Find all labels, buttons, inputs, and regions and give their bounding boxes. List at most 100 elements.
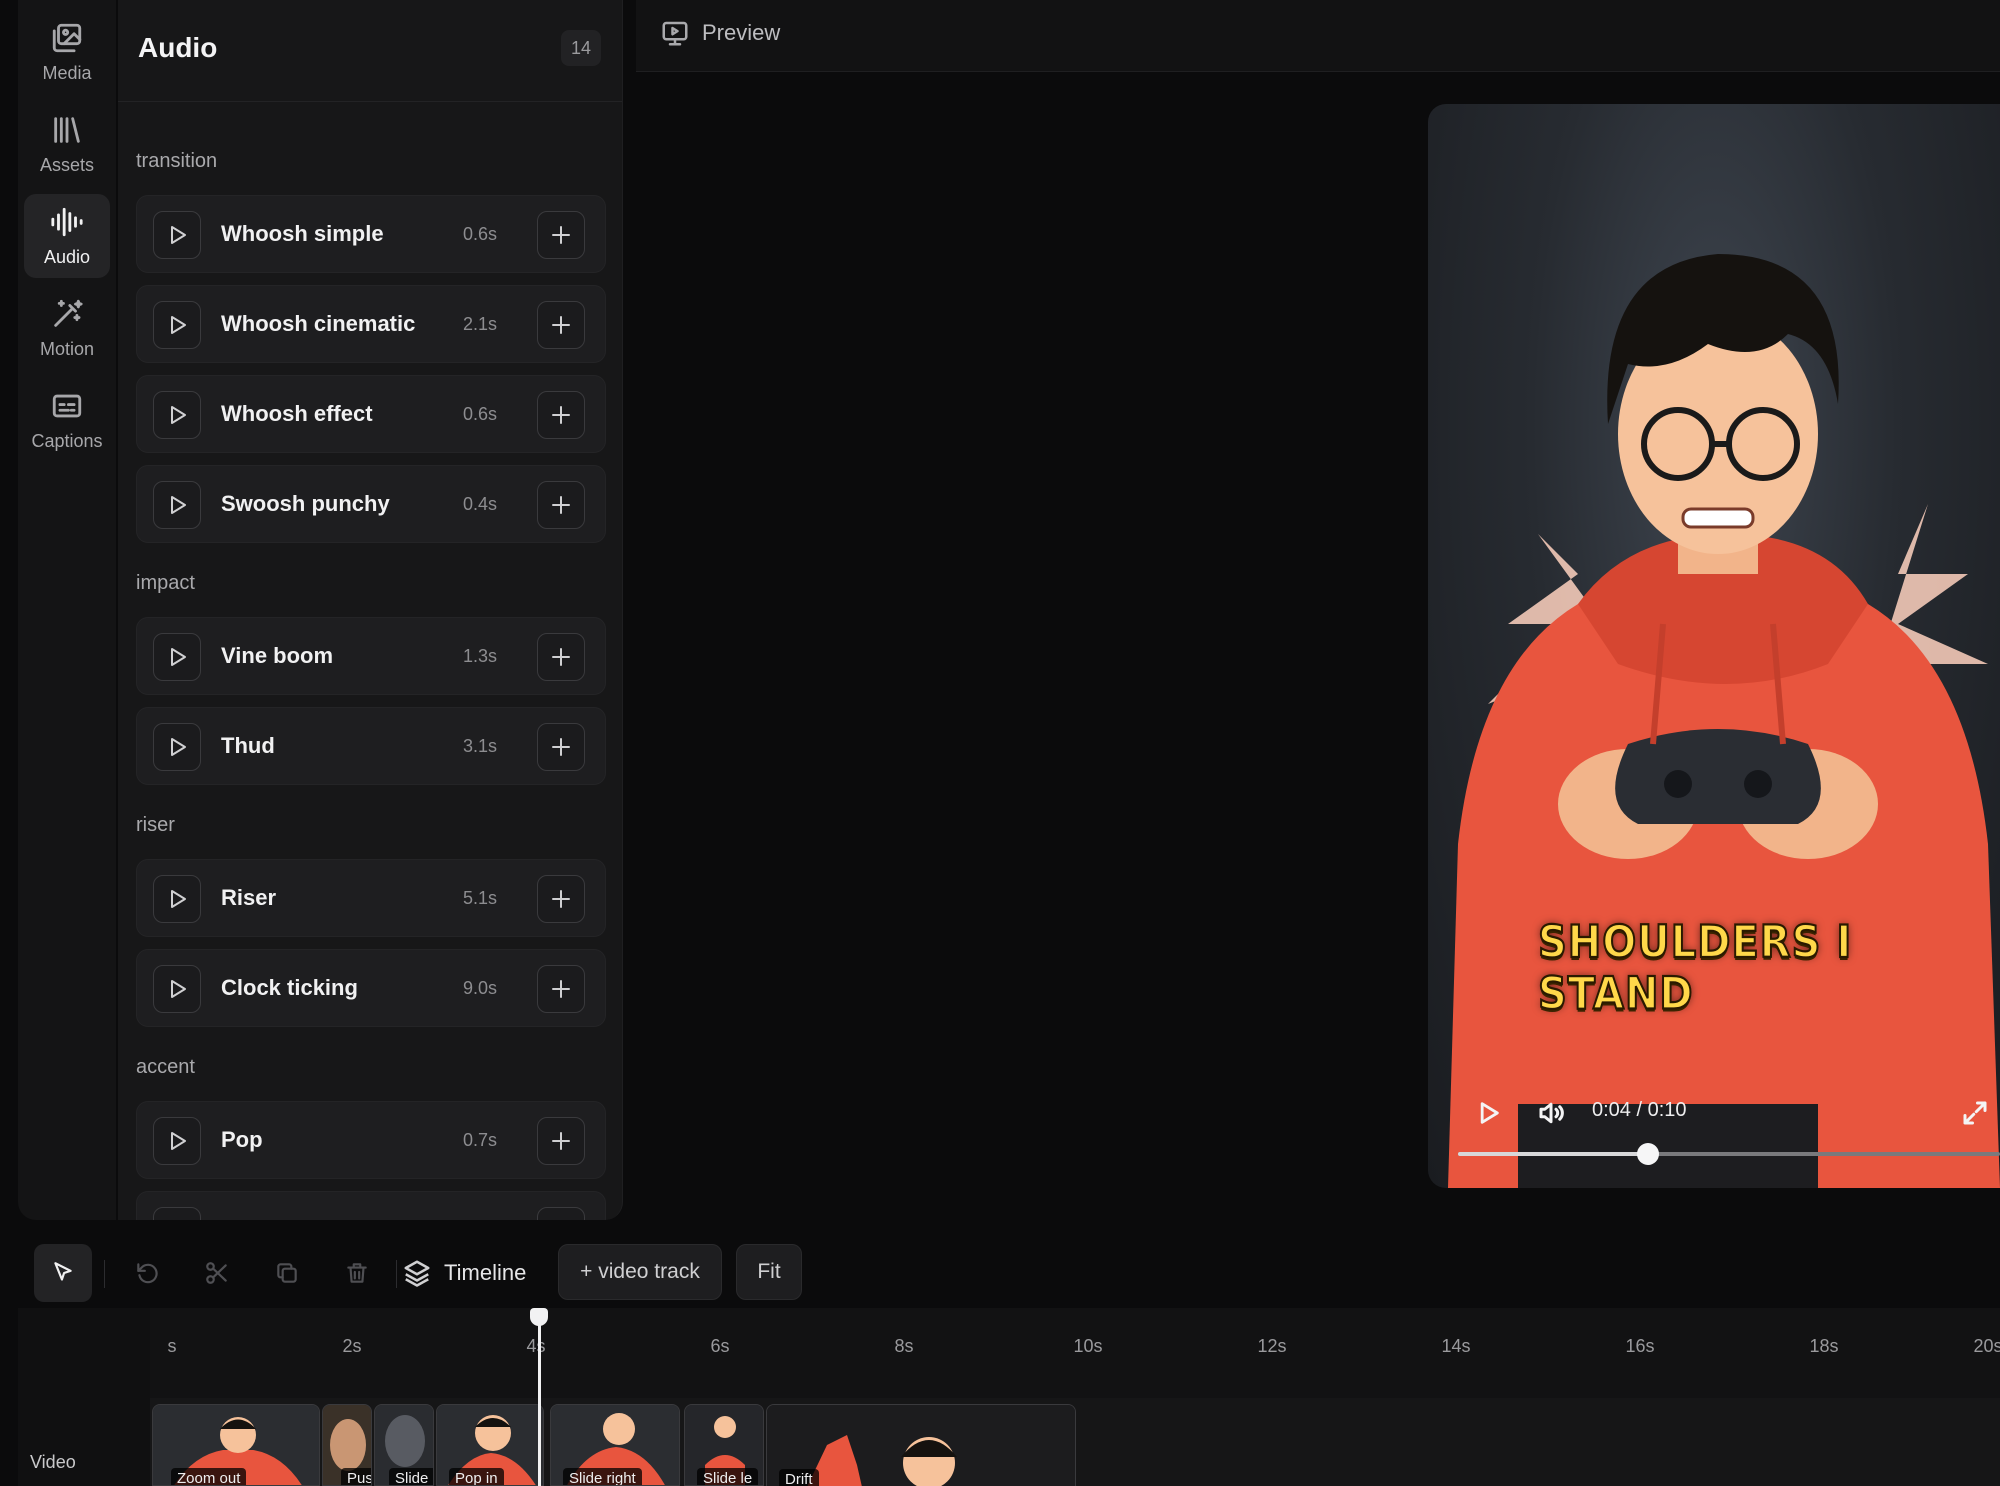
ruler-tick: s: [167, 1336, 177, 1356]
play-button[interactable]: [1474, 1099, 1502, 1132]
sound-item[interactable]: Pop 0.7s: [136, 1101, 606, 1179]
timeline-clip[interactable]: Slide l: [374, 1404, 434, 1486]
caption-overlay: SHOULDERS I STAND: [1537, 915, 1853, 1020]
clip-label: Slide right: [563, 1468, 642, 1485]
sound-item[interactable]: Thud 3.1s: [136, 707, 606, 785]
play-button[interactable]: [153, 965, 201, 1013]
play-icon: [171, 226, 186, 244]
toolbar-divider: [104, 1260, 105, 1288]
sidebar-item-captions[interactable]: Captions: [24, 378, 110, 462]
play-button[interactable]: [153, 633, 201, 681]
sound-name: Whoosh effect: [221, 401, 373, 426]
expand-icon: [1963, 1101, 1987, 1125]
play-button[interactable]: [153, 301, 201, 349]
add-sound-button[interactable]: [537, 481, 585, 529]
sound-item-partial[interactable]: [136, 1191, 606, 1220]
sidebar-item-label: Captions: [31, 430, 103, 451]
timeline-clip[interactable]: Slide le: [684, 1404, 764, 1486]
time-ruler[interactable]: s 2s 4s 6s 8s 10s 12s 14s 16s 18s 20s: [150, 1308, 2000, 1398]
add-sound-button[interactable]: [537, 875, 585, 923]
timeline-clip[interactable]: Pus: [322, 1404, 372, 1486]
sound-item[interactable]: Whoosh effect 0.6s: [136, 375, 606, 453]
play-button[interactable]: [153, 1207, 201, 1220]
add-sound-button[interactable]: [537, 1207, 585, 1220]
trash-icon: [347, 1263, 367, 1283]
plus-icon: [552, 738, 570, 756]
duplicate-button[interactable]: [258, 1244, 316, 1302]
add-sound-button[interactable]: [537, 965, 585, 1013]
captions-icon: [52, 394, 82, 417]
add-sound-button[interactable]: [537, 723, 585, 771]
sound-item[interactable]: Whoosh cinematic 2.1s: [136, 285, 606, 363]
play-button[interactable]: [153, 481, 201, 529]
sound-duration: 0.6s: [462, 224, 497, 244]
sidebar-item-motion[interactable]: Motion: [24, 286, 110, 370]
split-button[interactable]: [188, 1244, 246, 1302]
timeline-label: Timeline: [444, 1260, 527, 1285]
add-video-track-button[interactable]: + video track: [558, 1244, 722, 1300]
plus-icon: [552, 1132, 570, 1150]
volume-button[interactable]: [1535, 1098, 1567, 1133]
timeline-clip[interactable]: Slide right: [550, 1404, 680, 1486]
ruler-tick: 14s: [1441, 1336, 1471, 1356]
play-button[interactable]: [153, 723, 201, 771]
play-icon: [1480, 1102, 1499, 1124]
sound-duration: 0.6s: [462, 404, 497, 424]
video-preview[interactable]: SHOULDERS I STAND: [1428, 104, 2000, 1188]
sidebar-item-media[interactable]: Media: [24, 10, 110, 94]
clip-label: Pus: [341, 1468, 371, 1485]
timeline-clip[interactable]: Zoom out: [152, 1404, 320, 1486]
play-button[interactable]: [153, 875, 201, 923]
section-label-impact: impact: [136, 572, 195, 594]
sound-duration: 1.3s: [462, 646, 497, 666]
playhead[interactable]: [538, 1316, 541, 1486]
sound-duration: 3.1s: [462, 736, 497, 756]
play-icon: [171, 738, 186, 756]
sound-item[interactable]: Clock ticking 9.0s: [136, 949, 606, 1027]
fit-button[interactable]: Fit: [736, 1244, 802, 1300]
sound-item[interactable]: Riser 5.1s: [136, 859, 606, 937]
monitor-icon: [660, 18, 690, 48]
sound-duration: 2.1s: [462, 314, 497, 334]
sound-item[interactable]: Vine boom 1.3s: [136, 617, 606, 695]
sound-name: Whoosh cinematic: [221, 311, 416, 336]
play-button[interactable]: [153, 211, 201, 259]
add-sound-button[interactable]: [537, 391, 585, 439]
sound-duration: 0.7s: [462, 1130, 497, 1150]
play-icon: [171, 406, 186, 424]
plus-icon: [552, 406, 570, 424]
sound-name: Whoosh simple: [221, 221, 384, 246]
add-sound-button[interactable]: [537, 211, 585, 259]
layers-icon: [404, 1260, 430, 1287]
timeline-clip[interactable]: Drift: [766, 1404, 1076, 1486]
ruler-tick: 20s: [1973, 1336, 2000, 1356]
timeline-clip[interactable]: Pop in: [436, 1404, 544, 1486]
cursor-icon: [54, 1262, 72, 1281]
plus-icon: [552, 496, 570, 514]
sound-item[interactable]: Whoosh simple 0.6s: [136, 195, 606, 273]
sidebar-item-assets[interactable]: Assets: [24, 102, 110, 186]
select-tool-button[interactable]: [34, 1244, 92, 1302]
ruler-tick: 12s: [1257, 1336, 1287, 1356]
timeline-button[interactable]: Timeline: [402, 1244, 526, 1302]
add-sound-button[interactable]: [537, 633, 585, 681]
sidebar-item-audio[interactable]: Audio: [24, 194, 110, 278]
play-icon: [171, 980, 186, 998]
playhead-handle[interactable]: [530, 1308, 548, 1326]
add-sound-button[interactable]: [537, 1117, 585, 1165]
play-button[interactable]: [153, 391, 201, 439]
play-button[interactable]: [153, 1117, 201, 1165]
timeline[interactable]: s 2s 4s 6s 8s 10s 12s 14s 16s 18s 20s Vi…: [18, 1308, 2000, 1486]
library-icon: [54, 116, 80, 143]
clip-label: Zoom out: [171, 1468, 247, 1485]
delete-button[interactable]: [328, 1244, 386, 1302]
sound-item[interactable]: Swoosh punchy 0.4s: [136, 465, 606, 543]
sidebar-item-label: Audio: [43, 246, 91, 267]
audio-panel: Audio 14 transition Whoosh simple 0.6s W…: [118, 0, 623, 1220]
sound-duration: 0.4s: [462, 494, 497, 514]
waveform-icon: [51, 207, 83, 236]
undo-button[interactable]: [118, 1244, 176, 1302]
progress-thumb[interactable]: [1636, 1143, 1659, 1165]
fullscreen-button[interactable]: [1960, 1098, 1990, 1133]
add-sound-button[interactable]: [537, 301, 585, 349]
